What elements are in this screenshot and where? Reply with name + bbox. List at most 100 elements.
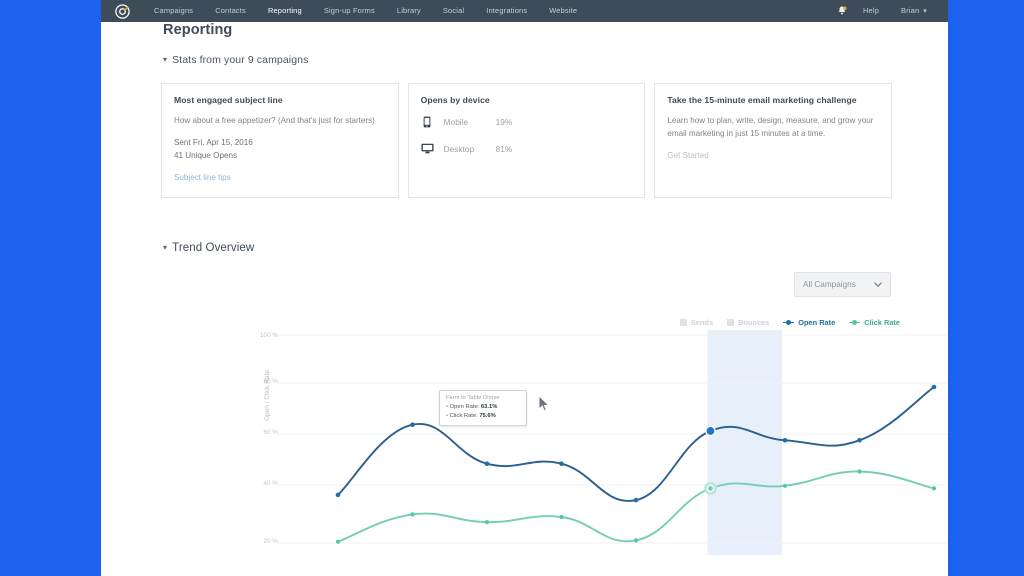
mouse-cursor-icon [538, 394, 550, 417]
page-title: Reporting [163, 22, 233, 38]
legend-swatch-icon [679, 319, 687, 326]
nav-item-campaigns[interactable]: Campaigns [143, 0, 204, 22]
legend-line-icon [849, 319, 861, 325]
card-opens-by-device: Opens by device Mobile 19% Desktop 81% [407, 83, 646, 198]
trend-overview-header[interactable]: ▾ Trend Overview [163, 242, 254, 254]
data-point[interactable] [931, 384, 937, 390]
data-point[interactable] [484, 520, 490, 525]
notification-bell-icon[interactable] [834, 3, 850, 19]
chevron-down-icon: ▾ [163, 243, 168, 252]
bullet-icon: • [446, 412, 449, 419]
data-point[interactable] [559, 461, 564, 466]
chevron-down-icon: ▾ [163, 55, 168, 64]
y-tick-100: 100 % [259, 332, 278, 339]
data-point[interactable] [484, 461, 490, 466]
device-name: Mobile [443, 116, 469, 127]
tooltip-open-rate-label: Open Rate: [449, 404, 480, 410]
stats-cards-row: Most engaged subject line How about a fr… [161, 83, 893, 198]
data-point[interactable] [335, 492, 341, 498]
page-content: Reporting ▾ Stats from your 9 campaigns … [101, 22, 948, 556]
campaign-filter-dropdown[interactable]: All Campaigns [794, 272, 891, 297]
mobile-phone-icon [421, 115, 434, 128]
trend-overview-section: ▾ Trend Overview All Campaigns Sends Bou… [101, 218, 948, 556]
nav-item-contacts[interactable]: Contacts [204, 0, 257, 22]
nav-item-integrations[interactable]: Integrations [475, 0, 538, 22]
screen: Campaigns Contacts Reporting Sign-up For… [0, 0, 1024, 576]
chevron-down-icon: ▾ [923, 7, 927, 15]
chart-highlight-band [707, 330, 782, 555]
device-row-desktop: Desktop 81% [421, 142, 633, 155]
nav-item-help[interactable]: Help [854, 0, 888, 22]
trend-overview-label: Trend Overview [172, 242, 255, 254]
stats-section-label: Stats from your 9 campaigns [172, 54, 309, 66]
nav-item-library[interactable]: Library [386, 0, 432, 22]
nav-right-cluster: Help Brian ▾ [834, 0, 948, 23]
data-point[interactable] [335, 539, 341, 544]
legend-item-bounces[interactable]: Bounces [727, 318, 769, 327]
chart-gridlines [276, 334, 948, 544]
data-point[interactable] [410, 512, 415, 517]
chart-legend: Sends Bounces Open Rate Click Rate [679, 318, 900, 327]
card-title: Take the 15-minute email marketing chall… [667, 95, 857, 105]
nav-item-reporting[interactable]: Reporting [257, 0, 313, 22]
nav-item-social[interactable]: Social [432, 0, 475, 22]
tooltip-click-rate-value: 75.6% [479, 412, 496, 419]
desktop-monitor-icon [421, 142, 434, 155]
card-body-text: Learn how to plan, write, design, measur… [667, 116, 874, 138]
data-point[interactable] [559, 514, 564, 520]
data-point[interactable] [931, 486, 937, 491]
nav-account-menu[interactable]: Brian ▾ [892, 0, 936, 23]
click-rate-line [337, 470, 935, 543]
y-tick-80: 80 % [263, 378, 278, 385]
card-email-marketing-challenge: Take the 15-minute email marketing chall… [654, 83, 893, 198]
data-point[interactable] [857, 438, 862, 443]
tooltip-title: Farm to Table Dinner [446, 395, 501, 401]
nav-item-website[interactable]: Website [538, 0, 588, 22]
device-value: 81% [495, 143, 513, 154]
legend-label: Sends [690, 318, 714, 327]
bullet-icon: • [446, 404, 449, 410]
tooltip-row-click-rate: • Click Rate: 75.6% [446, 412, 520, 421]
get-started-link[interactable]: Get Started [667, 151, 708, 160]
y-tick-20: 20 % [263, 538, 278, 545]
y-tick-60: 60 % [263, 429, 278, 436]
chevron-down-icon [874, 280, 882, 289]
legend-label: Open Rate [798, 318, 836, 327]
tooltip-row-open-rate: • Open Rate: 63.1% [446, 403, 520, 412]
data-point[interactable] [633, 538, 639, 543]
nav-items: Campaigns Contacts Reporting Sign-up For… [143, 0, 588, 22]
card-title: Most engaged subject line [174, 95, 283, 105]
y-tick-40: 40 % [263, 480, 278, 487]
nav-account-label: Brian [901, 5, 920, 15]
trend-chart-plot[interactable] [276, 330, 948, 555]
data-point[interactable] [782, 483, 788, 488]
legend-item-sends[interactable]: Sends [679, 318, 714, 327]
tooltip-click-rate-label: Click Rate: [449, 412, 478, 419]
highlighted-open-rate-point [705, 425, 716, 437]
click-rate-data-points [335, 469, 937, 544]
subject-line-tips-link[interactable]: Subject line tips [174, 173, 231, 182]
device-name: Desktop [443, 143, 475, 154]
top-navigation-bar: Campaigns Contacts Reporting Sign-up For… [101, 0, 948, 22]
card-title: Opens by device [420, 95, 490, 105]
device-value: 19% [495, 116, 513, 127]
card-subject-text: How about a free appetizer? (And that's … [174, 116, 375, 125]
app-window: Campaigns Contacts Reporting Sign-up For… [101, 0, 948, 576]
stats-section-header[interactable]: ▾ Stats from your 9 campaigns [163, 54, 308, 66]
card-most-engaged-subject-line: Most engaged subject line How about a fr… [161, 83, 399, 198]
data-point[interactable] [857, 469, 862, 474]
mailchimp-freddie-logo-icon[interactable] [101, 3, 143, 19]
legend-label: Bounces [738, 318, 770, 327]
device-row-mobile: Mobile 19% [421, 115, 633, 128]
legend-line-icon [783, 319, 795, 325]
data-point[interactable] [633, 497, 639, 503]
highlighted-click-rate-point [706, 484, 715, 492]
legend-item-click-rate[interactable]: Click Rate [849, 318, 900, 327]
data-point[interactable] [410, 422, 415, 427]
data-point[interactable] [782, 438, 788, 443]
nav-item-signup-forms[interactable]: Sign-up Forms [313, 0, 386, 22]
campaign-filter-value: All Campaigns [803, 280, 856, 289]
trend-chart-svg [276, 330, 948, 555]
card-unique-opens: 41 Unique Opens [174, 150, 237, 160]
legend-item-open-rate[interactable]: Open Rate [783, 318, 835, 327]
